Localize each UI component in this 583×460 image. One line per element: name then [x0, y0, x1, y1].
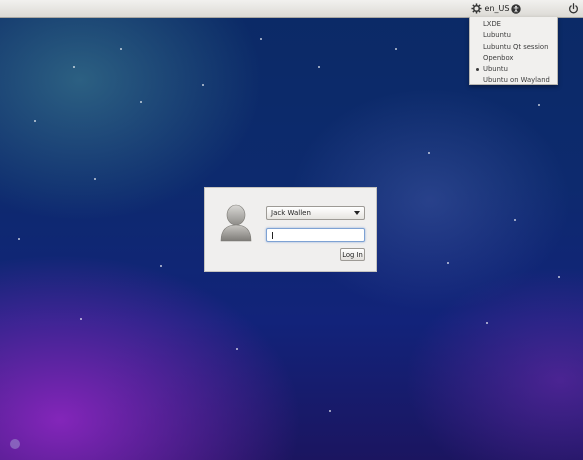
top-panel: en_US — [0, 0, 583, 18]
chevron-down-icon — [354, 211, 360, 215]
session-item-openbox[interactable]: Openbox — [470, 53, 557, 64]
login-dialog: Jack Wallen Log In — [204, 187, 377, 272]
log-in-button[interactable]: Log In — [340, 248, 365, 261]
session-item-ubuntu[interactable]: Ubuntu — [470, 64, 557, 75]
avatar — [219, 204, 253, 242]
user-select[interactable]: Jack Wallen — [266, 206, 365, 220]
selected-radio-dot-icon — [476, 68, 479, 72]
text-caret — [272, 232, 273, 239]
session-item-ubuntu-wayland[interactable]: Ubuntu on Wayland — [470, 75, 557, 86]
wallpaper-glow-dot — [10, 439, 20, 449]
power-icon[interactable] — [565, 0, 581, 17]
session-item-lxde[interactable]: LXDE — [470, 19, 557, 30]
language-indicator[interactable]: en_US — [484, 0, 510, 17]
login-screen: { "topbar": { "language": "en_US", "icon… — [0, 0, 583, 460]
session-icon[interactable] — [468, 0, 484, 17]
session-item-lubuntu-qt[interactable]: Lubuntu Qt session — [470, 42, 557, 53]
session-item-lubuntu[interactable]: Lubuntu — [470, 30, 557, 41]
session-menu: LXDE Lubuntu Lubuntu Qt session Openbox … — [469, 17, 558, 85]
password-field[interactable] — [266, 228, 365, 242]
accessibility-icon[interactable] — [509, 0, 523, 17]
